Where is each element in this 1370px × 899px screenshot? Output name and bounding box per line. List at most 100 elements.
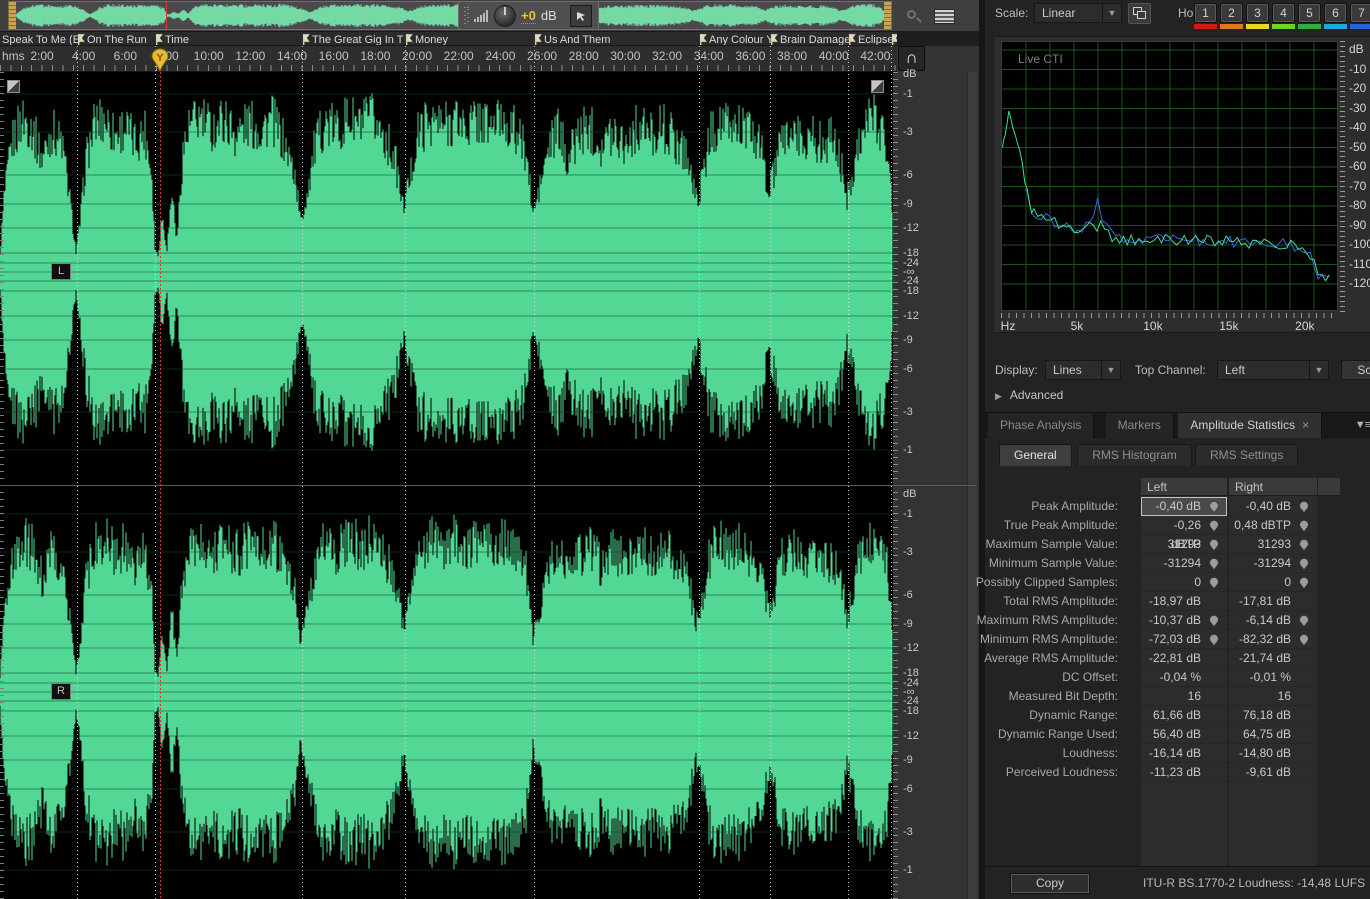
selection-corner-icon-right[interactable] bbox=[871, 80, 884, 93]
stat-value-cell[interactable]: -6,14 dB bbox=[1229, 611, 1317, 630]
timeline-ruler[interactable]: hms 2:004:006:008:0010:0012:0014:0016:00… bbox=[0, 46, 897, 72]
stat-value-cell[interactable]: 16 bbox=[1141, 687, 1227, 706]
copy-graph-button[interactable] bbox=[1128, 3, 1151, 24]
location-pin-icon[interactable] bbox=[1299, 539, 1309, 551]
stat-value-cell[interactable]: -21,74 dB bbox=[1229, 649, 1317, 668]
tab-amplitude-statistics[interactable]: Amplitude Statistics× bbox=[1178, 413, 1322, 438]
hold-button-7[interactable]: 7 bbox=[1351, 4, 1370, 22]
location-pin-icon[interactable] bbox=[1299, 615, 1309, 627]
location-pin-icon[interactable] bbox=[1209, 577, 1219, 589]
track-marker[interactable]: On The Run bbox=[77, 32, 147, 46]
hold-button-6[interactable]: 6 bbox=[1325, 4, 1346, 22]
location-pin-icon[interactable] bbox=[1209, 539, 1219, 551]
location-pin-icon[interactable] bbox=[1209, 501, 1219, 513]
left-channel-badge[interactable]: L bbox=[51, 263, 71, 280]
stat-value-cell[interactable]: 64,75 dB bbox=[1229, 725, 1317, 744]
gain-value[interactable]: +0 bbox=[521, 8, 536, 24]
hold-button-1[interactable]: 1 bbox=[1195, 4, 1216, 22]
track-marker[interactable]: Eclipse bbox=[848, 32, 893, 46]
copy-button[interactable]: Copy bbox=[1011, 874, 1089, 893]
stat-value-cell[interactable]: -16,14 dB bbox=[1141, 744, 1227, 763]
list-menu-icon[interactable] bbox=[934, 9, 955, 24]
stat-value-cell[interactable]: 0 bbox=[1229, 573, 1317, 592]
display-dropdown[interactable]: Lines▼ bbox=[1045, 360, 1121, 380]
subtab-rms-histogram[interactable]: RMS Histogram bbox=[1077, 444, 1192, 466]
stat-value-cell[interactable]: -31294 bbox=[1141, 554, 1227, 573]
stat-value-cell[interactable]: 0,48 dBTP bbox=[1229, 516, 1317, 535]
hold-button-5[interactable]: 5 bbox=[1299, 4, 1320, 22]
stat-value-cell[interactable]: 31293 bbox=[1229, 535, 1317, 554]
advanced-toggle[interactable]: ▶Advanced bbox=[995, 388, 1063, 402]
track-marker[interactable] bbox=[891, 32, 897, 46]
track-marker[interactable]: Brain Damage bbox=[770, 32, 850, 46]
stat-value-cell[interactable]: -14,80 dB bbox=[1229, 744, 1317, 763]
stat-value-cell[interactable]: -0,26 dBTP bbox=[1141, 516, 1227, 535]
location-pin-icon[interactable] bbox=[1299, 501, 1309, 513]
scan-button[interactable]: Sca bbox=[1341, 360, 1370, 380]
location-pin-icon[interactable] bbox=[1299, 520, 1309, 532]
panel-menu-icon[interactable]: ▼≡ bbox=[1355, 419, 1370, 431]
stat-value-cell[interactable]: -18,97 dB bbox=[1141, 592, 1227, 611]
track-marker[interactable]: The Great Gig In T bbox=[302, 32, 404, 46]
marker-flag-icon bbox=[155, 33, 164, 46]
stat-value-cell[interactable]: 0 bbox=[1141, 573, 1227, 592]
hold-button-4[interactable]: 4 bbox=[1273, 4, 1294, 22]
stat-value-cell[interactable]: -17,81 dB bbox=[1229, 592, 1317, 611]
location-pin-icon[interactable] bbox=[1299, 558, 1309, 570]
selection-corner-icon-left[interactable] bbox=[7, 80, 20, 93]
playhead-handle[interactable] bbox=[151, 48, 169, 72]
hold-button-3[interactable]: 3 bbox=[1247, 4, 1268, 22]
channel-divider[interactable] bbox=[0, 485, 977, 486]
hold-button-2[interactable]: 2 bbox=[1221, 4, 1242, 22]
stat-value-cell[interactable]: -9,61 dB bbox=[1229, 763, 1317, 782]
stat-value-cell[interactable]: -82,32 dB bbox=[1229, 630, 1317, 649]
stat-value-cell[interactable]: -0,01 % bbox=[1229, 668, 1317, 687]
stat-value-cell[interactable]: 61,66 dB bbox=[1141, 706, 1227, 725]
stat-value-cell[interactable]: -10,37 dB bbox=[1141, 611, 1227, 630]
stat-value-cell[interactable]: -72,03 dB bbox=[1141, 630, 1227, 649]
stat-value-cell[interactable]: -11,23 dB bbox=[1141, 763, 1227, 782]
track-marker[interactable]: Any Colour Y bbox=[699, 32, 774, 46]
stat-value-cell[interactable]: -22,81 dB bbox=[1141, 649, 1227, 668]
zoom-icon[interactable] bbox=[906, 9, 922, 25]
stat-value-cell[interactable]: -0,40 dB bbox=[1229, 497, 1317, 516]
location-pin-icon[interactable] bbox=[1299, 577, 1309, 589]
location-pin-icon[interactable] bbox=[1209, 520, 1219, 532]
location-pin-icon[interactable] bbox=[1209, 558, 1219, 570]
stat-value-cell[interactable]: -31294 bbox=[1229, 554, 1317, 573]
top-channel-dropdown[interactable]: Left▼ bbox=[1217, 360, 1329, 380]
stat-value-cell[interactable]: 76,18 dB bbox=[1229, 706, 1317, 725]
track-marker[interactable]: Us And Them bbox=[534, 32, 610, 46]
location-pin-icon[interactable] bbox=[1209, 634, 1219, 646]
scale-dropdown[interactable]: Linear▼ bbox=[1034, 3, 1122, 23]
hud-pin-button[interactable] bbox=[570, 5, 592, 27]
stat-value: -6,14 dB bbox=[1246, 611, 1291, 630]
subtab-rms-settings[interactable]: RMS Settings bbox=[1195, 444, 1298, 466]
tab-markers[interactable]: Markers bbox=[1106, 413, 1174, 438]
marker-bar[interactable]: Speak To Me (EOn The Run Time The Great Gi… bbox=[0, 31, 897, 46]
right-channel-badge[interactable]: R bbox=[51, 683, 71, 700]
db-axis-ticks bbox=[1340, 41, 1345, 313]
track-marker[interactable]: Speak To Me (E bbox=[1, 32, 80, 46]
stat-value: -16,14 dB bbox=[1149, 744, 1201, 763]
frequency-plot[interactable]: Live CTI bbox=[1001, 41, 1338, 311]
subtab-general[interactable]: General bbox=[999, 444, 1072, 466]
stat-value-cell[interactable]: -0,04 % bbox=[1141, 668, 1227, 687]
location-pin-icon[interactable] bbox=[1299, 634, 1309, 646]
tab-close-icon[interactable]: × bbox=[1302, 418, 1309, 432]
location-pin-icon[interactable] bbox=[1209, 615, 1219, 627]
track-marker[interactable]: Time bbox=[155, 32, 189, 46]
track-marker[interactable]: Money bbox=[405, 32, 448, 46]
overview-left-handle[interactable] bbox=[9, 2, 16, 29]
column-header-left[interactable]: Left bbox=[1141, 478, 1227, 496]
column-header-right[interactable]: Right bbox=[1229, 478, 1317, 496]
stat-value-cell[interactable]: 56,40 dB bbox=[1141, 725, 1227, 744]
tab-phase-analysis[interactable]: Phase Analysis bbox=[988, 413, 1094, 438]
stat-value-cell[interactable]: 31293 bbox=[1141, 535, 1227, 554]
gain-knob[interactable] bbox=[494, 5, 516, 27]
overview-navigator[interactable] bbox=[8, 1, 892, 30]
hud-drag-handle[interactable] bbox=[464, 7, 469, 25]
stat-value-cell[interactable]: 16 bbox=[1229, 687, 1317, 706]
overview-right-handle[interactable] bbox=[884, 2, 891, 29]
stat-value-cell[interactable]: -0,40 dB bbox=[1141, 497, 1227, 516]
